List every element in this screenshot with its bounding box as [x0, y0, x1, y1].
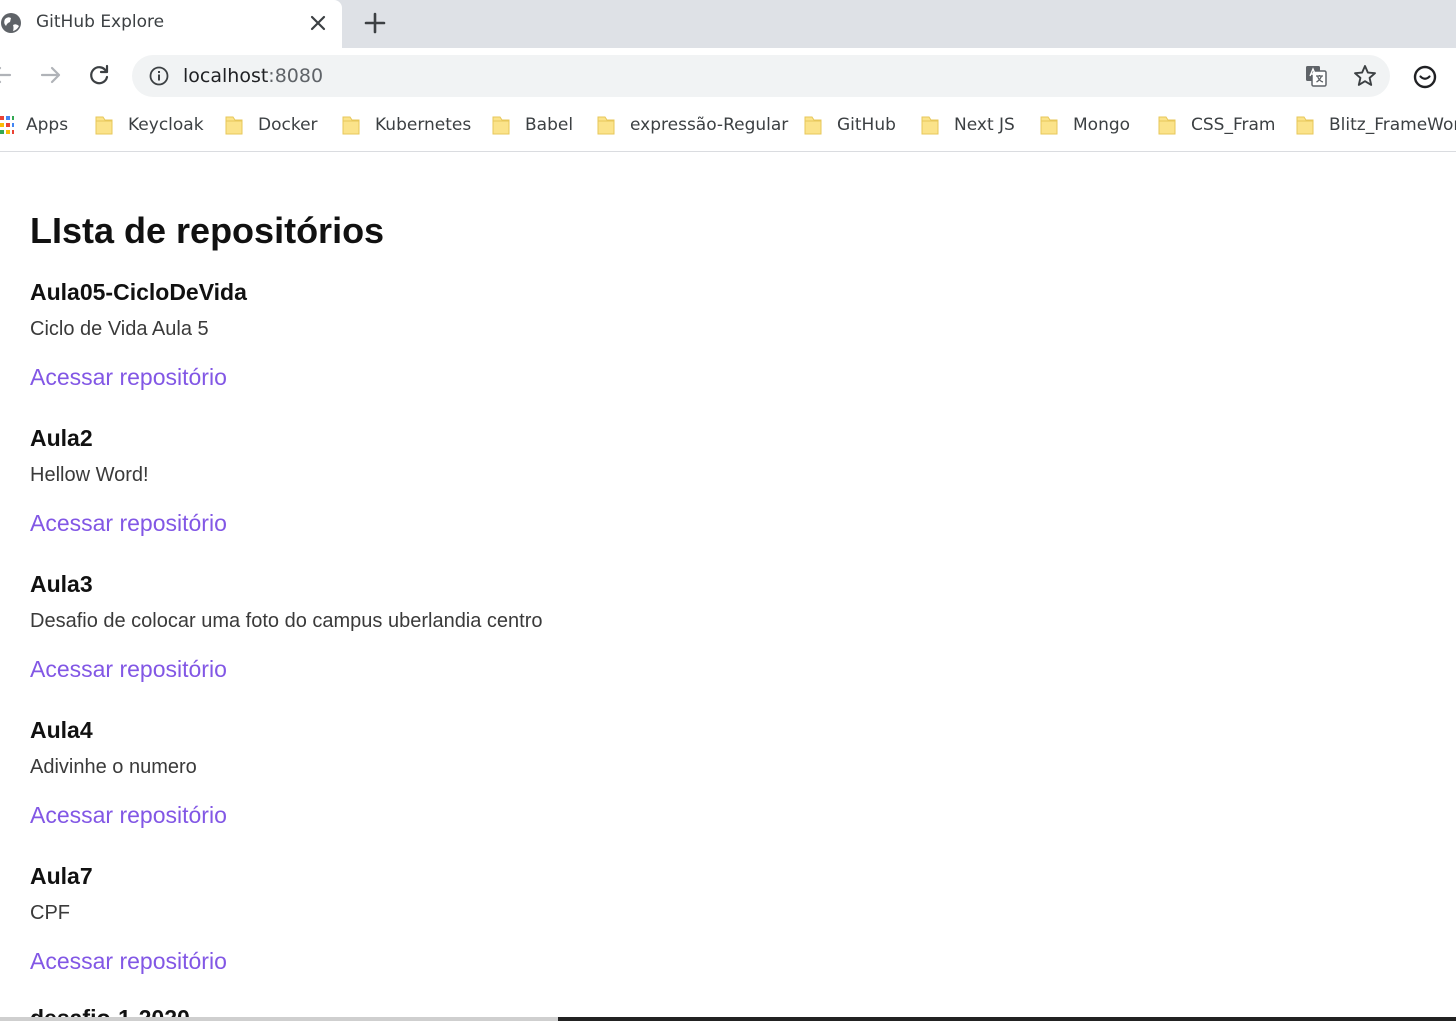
globe-icon [1, 13, 21, 33]
repo-link[interactable]: Acessar repositório [30, 364, 227, 391]
reload-icon[interactable] [86, 62, 112, 88]
repo-item: Aula2 Hellow Word! Acessar repositório [30, 425, 1030, 571]
repo-item: Aula05-CicloDeVida Ciclo de Vida Aula 5 … [30, 279, 1030, 425]
back-arrow-icon[interactable] [0, 62, 14, 88]
bookmark-label: Kubernetes [375, 115, 472, 135]
bookmark-github[interactable]: GitHub [803, 113, 896, 137]
forward-arrow-icon[interactable] [38, 62, 64, 88]
info-icon[interactable] [148, 65, 170, 87]
folder-icon [1040, 116, 1058, 135]
repo-item: Aula3 Desafio de colocar uma foto do cam… [30, 571, 1030, 717]
url-host: localhost [183, 65, 269, 87]
bookmark-label: expressão-Regular [630, 115, 789, 135]
apps-grid-icon [0, 116, 14, 134]
close-icon[interactable] [308, 13, 328, 33]
bookmark-label: Apps [26, 115, 69, 135]
repo-name: Aula3 [30, 571, 93, 597]
bookmark-css-fram[interactable]: CSS_Fram [1157, 113, 1275, 137]
bookmark-label: Keycloak [128, 115, 204, 135]
bookmark-label: Next JS [954, 115, 1015, 135]
folder-icon [1296, 116, 1314, 135]
repo-description: Desafio de colocar uma foto do campus ub… [30, 610, 543, 632]
bookmark-label: Mongo [1073, 115, 1131, 135]
folder-icon [597, 116, 615, 135]
repo-description: Hellow Word! [30, 464, 149, 486]
browser-toolbar: localhost:8080 [0, 48, 1456, 104]
bookmark-mongo[interactable]: Mongo [1039, 113, 1130, 137]
profile-icon[interactable] [1412, 64, 1438, 90]
horizontal-scrollbar-thumb[interactable] [558, 1017, 1456, 1021]
bookmark-kubernetes[interactable]: Kubernetes [341, 113, 471, 137]
translate-icon[interactable] [1304, 64, 1328, 88]
folder-icon [225, 116, 243, 135]
bookmark-label: Docker [258, 115, 318, 135]
plus-icon[interactable] [362, 10, 388, 36]
repo-description: Adivinhe o numero [30, 756, 197, 778]
bookmark-label: Babel [525, 115, 574, 135]
horizontal-scrollbar-track [0, 1017, 558, 1021]
tab-github-explore[interactable]: GitHub Explore [0, 0, 342, 48]
repo-link[interactable]: Acessar repositório [30, 948, 227, 975]
bookmark-label: Blitz_FrameWork [1329, 115, 1456, 135]
folder-icon [1158, 116, 1176, 135]
url-port: :8080 [268, 65, 324, 87]
star-icon[interactable] [1352, 63, 1378, 89]
folder-icon [804, 116, 822, 135]
bookmark-next-js[interactable]: Next JS [920, 113, 1015, 137]
url-text[interactable]: localhost:8080 [183, 65, 323, 87]
repo-link[interactable]: Acessar repositório [30, 510, 227, 537]
repo-description: Ciclo de Vida Aula 5 [30, 318, 209, 340]
bookmark-blitz-framework[interactable]: Blitz_FrameWork [1295, 113, 1456, 137]
folder-icon [492, 116, 510, 135]
page-title: LIsta de repositórios [30, 210, 385, 251]
folder-icon [95, 116, 113, 135]
bookmark-label: CSS_Fram [1191, 115, 1276, 135]
bookmark-babel[interactable]: Babel [491, 113, 573, 137]
repo-name: Aula2 [30, 425, 93, 451]
bookmark-expressao-regular[interactable]: expressão-Regular [596, 113, 788, 137]
bookmark-keycloak[interactable]: Keycloak [94, 113, 204, 137]
tab-title: GitHub Explore [36, 12, 165, 32]
repo-item: Aula4 Adivinhe o numero Acessar repositó… [30, 717, 1030, 863]
bookmark-docker[interactable]: Docker [224, 113, 318, 137]
repo-link[interactable]: Acessar repositório [30, 802, 227, 829]
repo-name: Aula05-CicloDeVida [30, 279, 247, 305]
tab-strip: GitHub Explore [0, 0, 1456, 48]
repo-name: Aula4 [30, 717, 93, 743]
repo-link[interactable]: Acessar repositório [30, 656, 227, 683]
repo-name: Aula7 [30, 863, 93, 889]
folder-icon [921, 116, 939, 135]
bookmarks-bar: Apps Keycloak Docker Kubernetes Babel ex… [0, 104, 1456, 152]
bookmark-label: GitHub [837, 115, 896, 135]
address-bar[interactable]: localhost:8080 [132, 55, 1390, 97]
repo-item: Aula7 CPF Acessar repositório [30, 863, 1030, 1009]
folder-icon [342, 116, 360, 135]
bookmark-apps[interactable]: Apps [0, 113, 68, 137]
repo-description: CPF [30, 902, 70, 924]
